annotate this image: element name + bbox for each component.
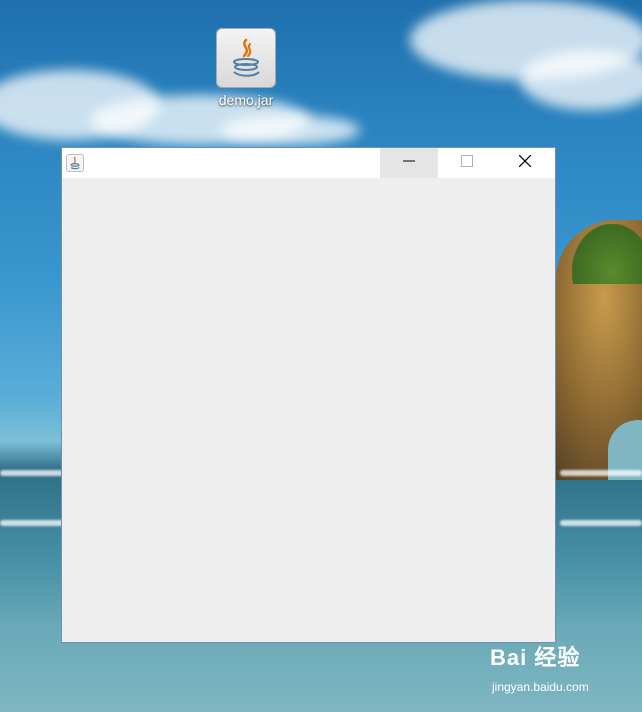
desktop-icon-demo-jar[interactable]: demo.jar xyxy=(206,28,286,118)
watermark-brand: Bai 经验 xyxy=(490,645,581,670)
watermark-url: jingyan.baidu.com xyxy=(492,680,589,694)
baidu-watermark: Bai 经验 jingyan.baidu.com xyxy=(490,640,640,700)
java-cup-icon xyxy=(216,28,276,88)
close-button[interactable] xyxy=(496,148,554,178)
window-client-area xyxy=(62,178,555,642)
window-titlebar[interactable] xyxy=(62,148,555,178)
minimize-icon xyxy=(403,154,415,172)
app-window[interactable] xyxy=(61,147,556,643)
maximize-icon xyxy=(461,154,473,172)
desktop-icon-label: demo.jar xyxy=(218,92,274,108)
minimize-button[interactable] xyxy=(380,148,438,178)
maximize-button[interactable] xyxy=(438,148,496,178)
close-icon xyxy=(518,154,532,172)
java-cup-icon[interactable] xyxy=(66,154,84,172)
